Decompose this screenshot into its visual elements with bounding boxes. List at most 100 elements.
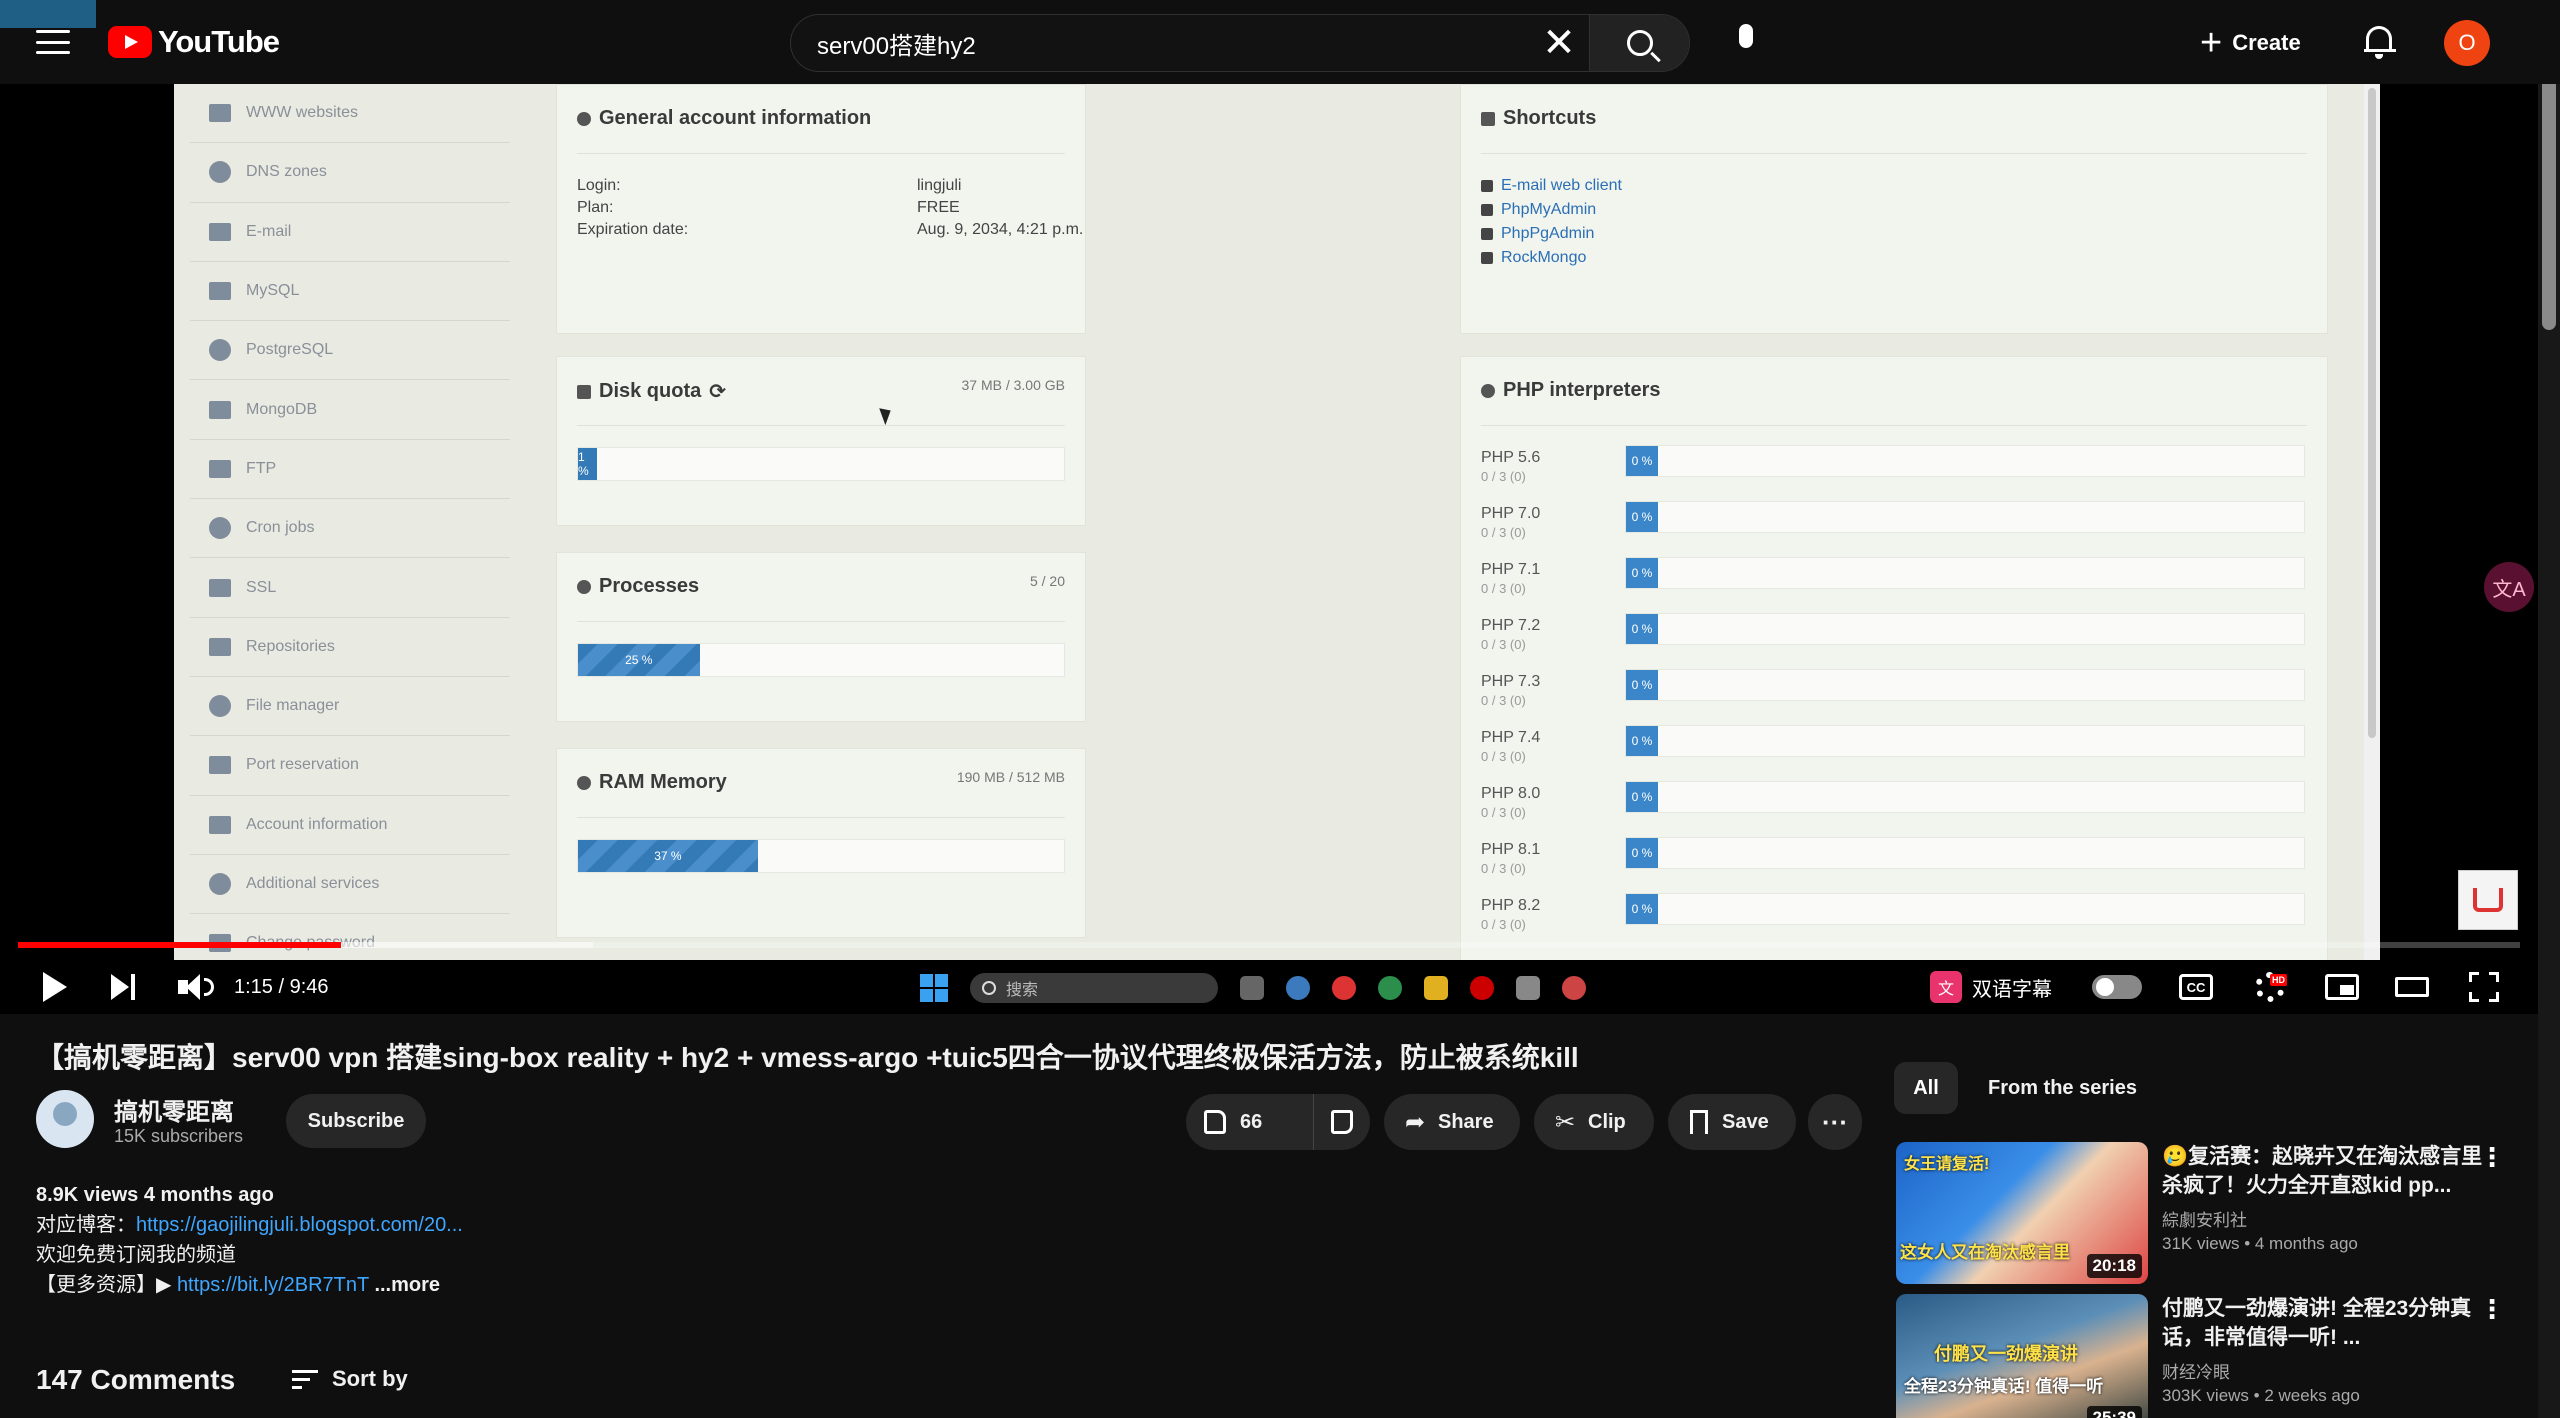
captions-button[interactable]: CC	[2176, 968, 2216, 1006]
shortcut-link[interactable]: PhpPgAdmin	[1481, 225, 1594, 243]
hamburger-menu-icon[interactable]	[36, 26, 70, 58]
php-interpreter-row: PHP 8.1 0 / 3 (0) 0 %	[1481, 837, 2305, 885]
search-input[interactable]: serv00搭建hy2	[791, 26, 1529, 61]
clip-button[interactable]: ✂ Clip	[1534, 1094, 1654, 1150]
refresh-icon[interactable]: ⟳	[709, 379, 726, 404]
php-count: 0 / 3 (0)	[1481, 917, 1526, 932]
account-avatar[interactable]: O	[2444, 20, 2490, 66]
notifications-bell-icon[interactable]	[2364, 26, 2396, 60]
php-interpreter-row: PHP 7.1 0 / 3 (0) 0 %	[1481, 557, 2305, 605]
save-button[interactable]: Save	[1668, 1094, 1796, 1150]
panel-nav-item[interactable]: Account information	[190, 796, 510, 855]
dolphin-icon	[1481, 204, 1493, 216]
chip-from-the-series[interactable]: From the series	[1968, 1062, 2157, 1114]
play-button[interactable]	[38, 968, 72, 1006]
search-box[interactable]: serv00搭建hy2 ✕	[790, 14, 1690, 72]
account-info-label: Plan:	[577, 199, 614, 216]
youtube-logo[interactable]: YouTube	[108, 24, 280, 60]
sort-by-button[interactable]: Sort by	[292, 1366, 408, 1392]
video-thumbnail[interactable]: 付鹏又一劲爆演讲 全程23分钟真话! 值得一听 25:39	[1896, 1294, 2148, 1418]
video-thumbnail[interactable]: 女王请复活! 这女人又在淘汰感言里 20:18	[1896, 1142, 2148, 1284]
panel-nav-label: DNS zones	[246, 163, 327, 181]
subscribe-button[interactable]: Subscribe	[286, 1094, 426, 1148]
description-box[interactable]: 8.9K views 4 months ago 对应博客：https://gao…	[36, 1180, 1856, 1300]
more-actions-button[interactable]: ···	[1808, 1094, 1862, 1150]
panel-nav-item[interactable]: File manager	[190, 677, 510, 737]
share-label: Share	[1438, 1110, 1494, 1133]
page-scrollbar[interactable]	[2538, 0, 2560, 1418]
panel-nav-item[interactable]: SSL	[190, 558, 510, 618]
video-player[interactable]: WWW websites DNS zones E-mail MySQL PostgreS…	[0, 84, 2538, 1014]
clear-search-icon[interactable]: ✕	[1529, 15, 1589, 71]
panel-nav-label: MySQL	[246, 282, 300, 300]
kebab-menu-icon[interactable]: ⋮	[2479, 1294, 2505, 1330]
description-prefix-1: 对应博客：	[36, 1214, 136, 1236]
channel-name[interactable]: 搞机零距离	[114, 1092, 234, 1127]
php-count: 0 / 3 (0)	[1481, 525, 1526, 540]
recommended-video[interactable]: 女王请复活! 这女人又在淘汰感言里 20:18 🥲复活赛：赵晓卉又在淘汰感言里杀…	[1896, 1142, 2532, 1288]
like-button[interactable]: 66	[1186, 1094, 1314, 1150]
panel-nav-item[interactable]: MongoDB	[190, 380, 510, 440]
subtitle-translate-icon: 文	[1930, 971, 1962, 1003]
settings-button[interactable]: HD	[2250, 968, 2290, 1006]
chrome-dev-icon	[1378, 976, 1402, 1000]
hdd-icon	[577, 384, 591, 399]
php-version: PHP 7.2	[1481, 617, 1541, 634]
panel-nav-item[interactable]: Additional services	[190, 855, 510, 915]
shortcut-label: E-mail web client	[1501, 177, 1622, 194]
video-channel[interactable]: 财经冷眼	[2162, 1358, 2230, 1383]
autoplay-toggle[interactable]	[2090, 968, 2144, 1006]
panel-nav-item[interactable]: WWW websites	[190, 84, 510, 144]
blog-link[interactable]: https://gaojilingjuli.blogspot.com/20...	[136, 1214, 463, 1236]
panel-nav-item[interactable]: E-mail	[190, 203, 510, 262]
php-interpreters-panel: PHP interpreters PHP 5.6 0 / 3 (0) 0 % PHP …	[1460, 356, 2328, 960]
show-more-link[interactable]: ...more	[374, 1274, 440, 1296]
chip-all[interactable]: All	[1894, 1062, 1958, 1114]
mute-button[interactable]	[176, 968, 216, 1006]
kebab-menu-icon[interactable]: ⋮	[2479, 1142, 2505, 1178]
bilingual-subtitle-toggle[interactable]: 文 双语字幕	[1930, 968, 2052, 1006]
video-title[interactable]: 付鹏又一劲爆演讲! 全程23分钟真话，非常值得一听! ...	[2162, 1294, 2492, 1352]
miniplayer-button[interactable]	[2322, 968, 2362, 1006]
panel-nav-item[interactable]: MySQL	[190, 262, 510, 322]
share-button[interactable]: ➦ Share	[1384, 1094, 1520, 1150]
search-button[interactable]	[1589, 15, 1689, 71]
panel-nav-item[interactable]: Change password	[190, 914, 510, 960]
php-count: 0 / 3 (0)	[1481, 861, 1526, 876]
php-count: 0 / 3 (0)	[1481, 805, 1526, 820]
php-interpreter-row: PHP 7.4 0 / 3 (0) 0 %	[1481, 725, 2305, 773]
panel-nav-item[interactable]: Port reservation	[190, 736, 510, 796]
php-usage-fill: 0 %	[1626, 446, 1658, 476]
panel-nav-item[interactable]: Cron jobs	[190, 499, 510, 559]
video-title[interactable]: 🥲复活赛：赵晓卉又在淘汰感言里杀疯了！火力全开直怼kid pp...	[2162, 1142, 2492, 1200]
php-version: PHP 7.0	[1481, 505, 1541, 522]
php-heading: PHP interpreters	[1481, 379, 1660, 402]
panel-nav-label: MongoDB	[246, 400, 318, 418]
subscribe-cart-icon[interactable]	[2458, 870, 2518, 930]
php-interpreter-row: PHP 7.2 0 / 3 (0) 0 %	[1481, 613, 2305, 661]
panel-nav-item[interactable]: Repositories	[190, 618, 510, 677]
shortcut-link[interactable]: RockMongo	[1481, 249, 1586, 267]
shortcut-link[interactable]: E-mail web client	[1481, 177, 1622, 195]
next-button[interactable]	[106, 968, 140, 1006]
php-usage-fill: 0 %	[1626, 502, 1658, 532]
recommended-video[interactable]: 付鹏又一劲爆演讲 全程23分钟真话! 值得一听 25:39 付鹏又一劲爆演讲! …	[1896, 1294, 2532, 1418]
time-display: 1:15 / 9:46	[234, 975, 329, 998]
php-version: PHP 8.0	[1481, 785, 1541, 802]
php-interpreter-row: PHP 7.0 0 / 3 (0) 0 %	[1481, 501, 2305, 549]
create-button[interactable]: + Create	[2200, 22, 2301, 64]
translate-badge-icon[interactable]: 文A	[2484, 562, 2534, 612]
fullscreen-button[interactable]	[2464, 968, 2504, 1006]
panel-nav-item[interactable]: DNS zones	[190, 143, 510, 203]
video-channel[interactable]: 綜劇安利社	[2162, 1206, 2247, 1231]
dislike-button[interactable]	[1314, 1110, 1370, 1134]
app-icon-2	[1562, 976, 1586, 1000]
panel-nav-item[interactable]: FTP	[190, 440, 510, 500]
panel-nav-item[interactable]: PostgreSQL	[190, 321, 510, 381]
voice-search-icon[interactable]	[1728, 24, 1764, 60]
progress-bar[interactable]	[18, 942, 2520, 948]
resources-link[interactable]: https://bit.ly/2BR7TnT	[177, 1274, 369, 1296]
shortcut-link[interactable]: PhpMyAdmin	[1481, 201, 1596, 219]
theater-button[interactable]	[2392, 968, 2432, 1006]
channel-avatar[interactable]	[36, 1090, 94, 1148]
